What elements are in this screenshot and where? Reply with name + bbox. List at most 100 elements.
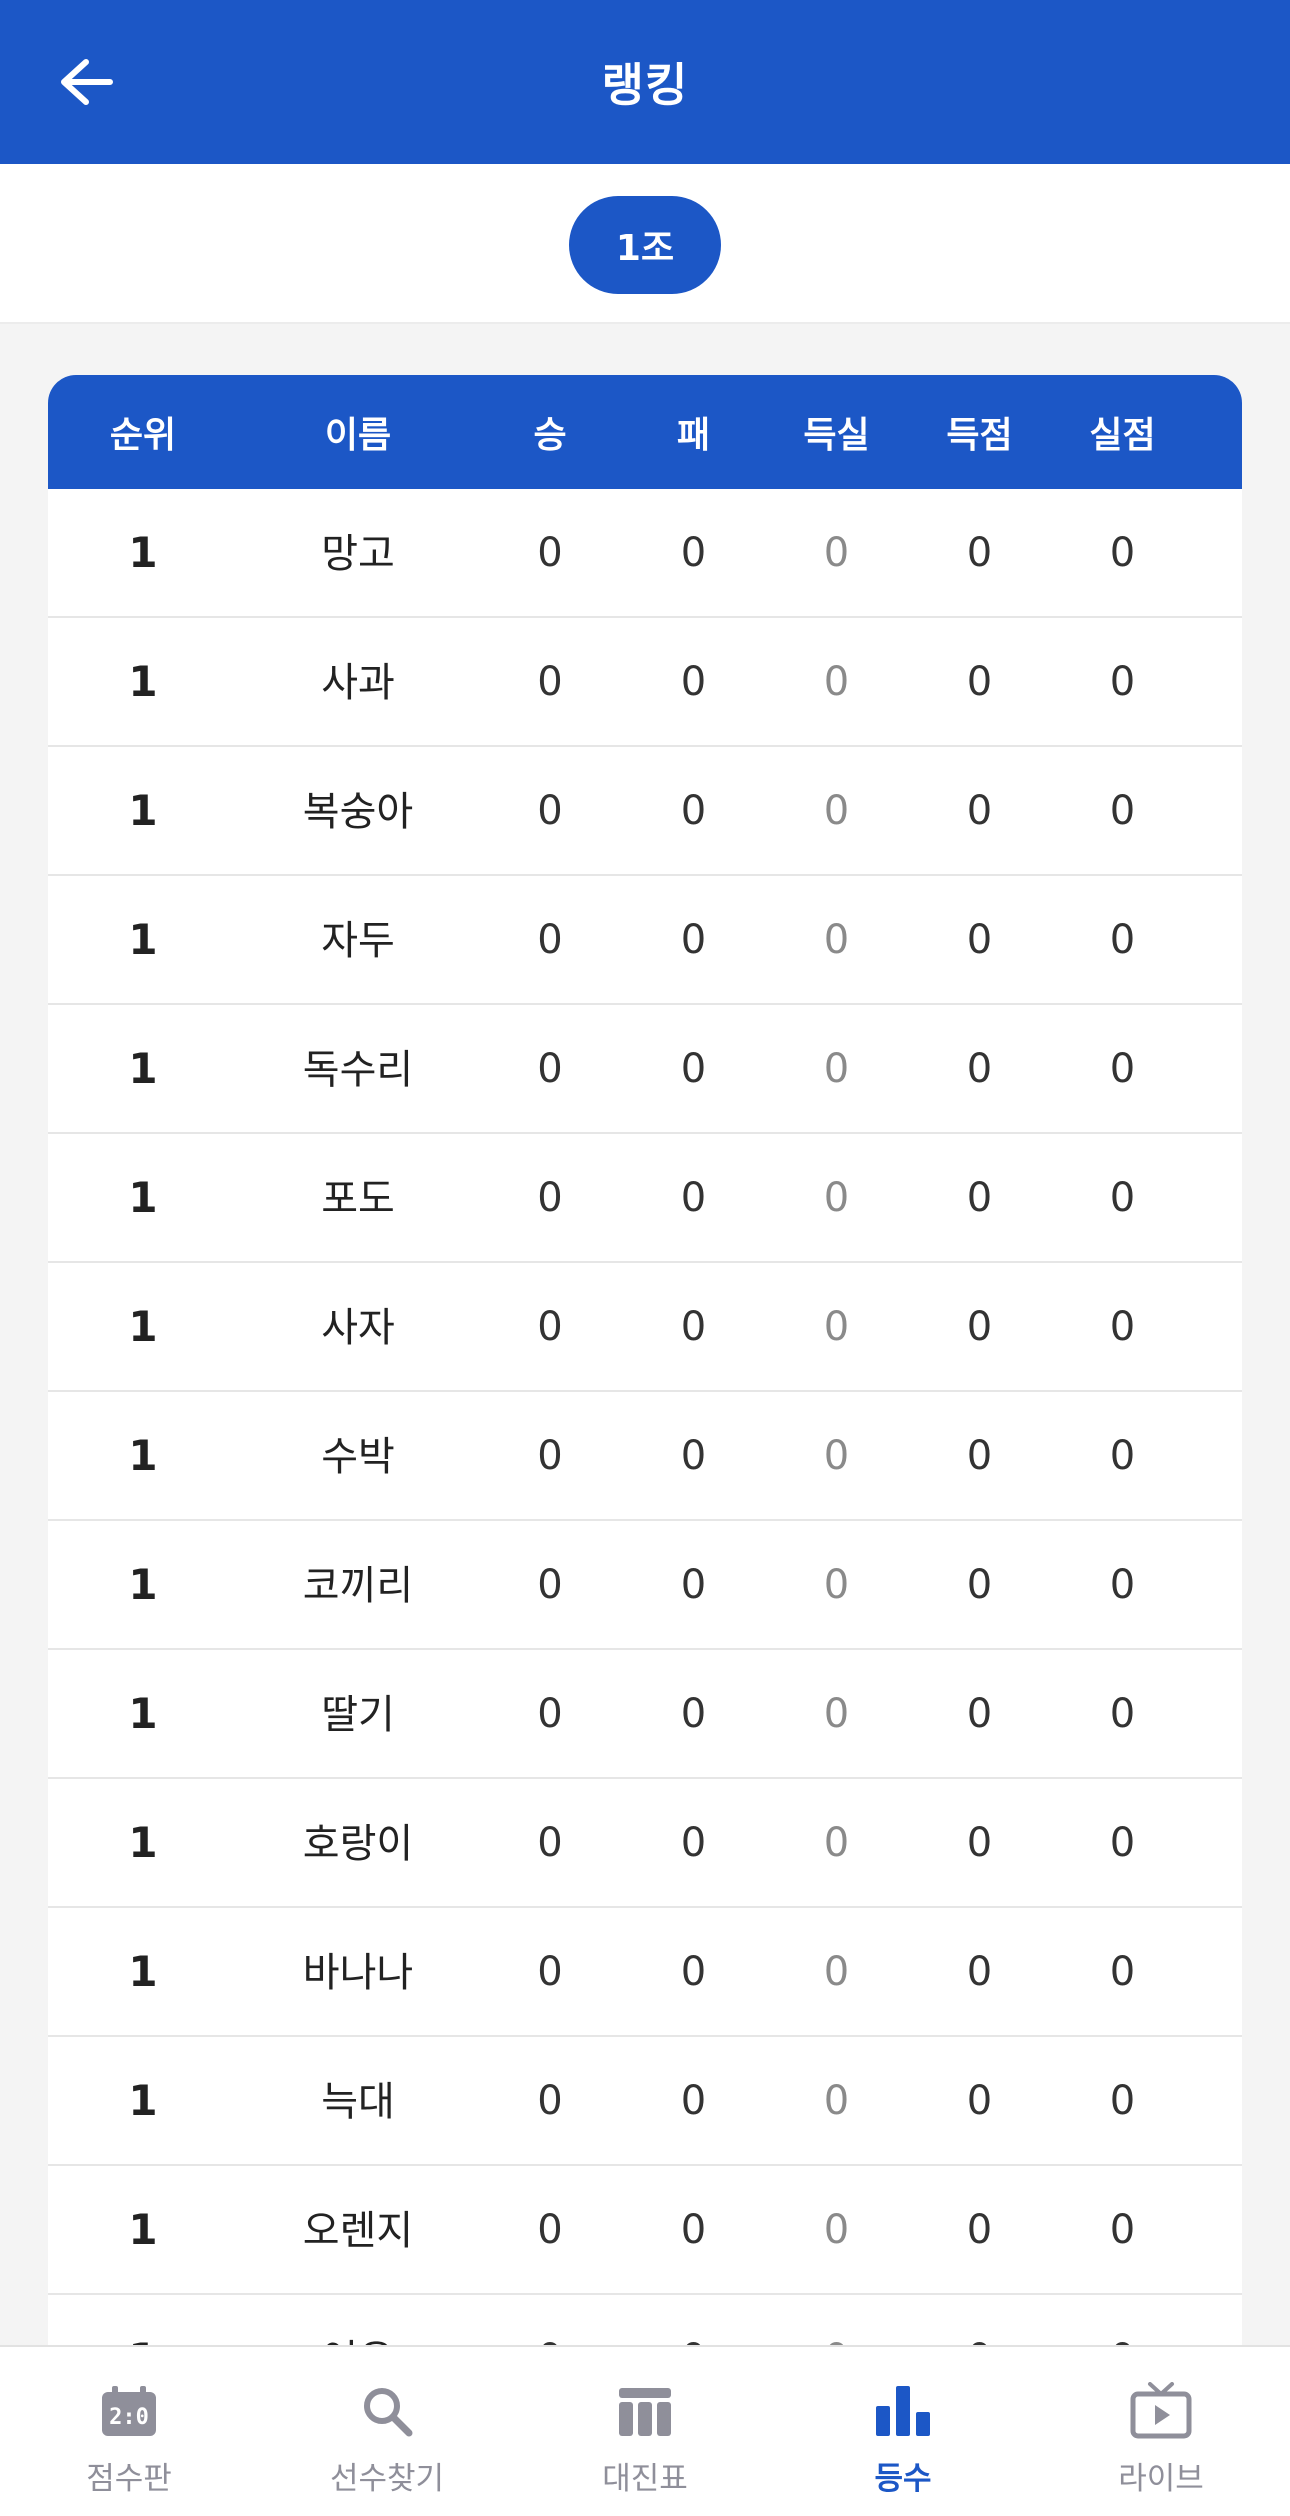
table-row[interactable]: 1 늑대 0 0 0 0 0 [48,2037,1242,2166]
cell-goal-diff: 0 [823,1174,850,1221]
bottom-nav: 2:0 점수판 선수찾기 대진표 등수 라이브 [0,2345,1290,2516]
cell-win: 0 [537,1948,563,1995]
cell-loss: 0 [680,1303,707,1350]
cell-name: 오렌지 [302,2207,414,2254]
table-row[interactable]: 1 딸기 0 0 0 0 0 [48,1650,1242,1779]
cell-rank: 1 [128,528,158,577]
cell-goals-for: 0 [966,2206,993,2253]
cell-goal-diff: 0 [823,1819,850,1866]
cell-win: 0 [537,1303,563,1350]
cell-goals-against: 0 [1109,1690,1136,1737]
cell-goals-for: 0 [966,916,993,963]
cell-win: 0 [537,2077,563,2124]
nav-item-player-search[interactable]: 선수찾기 [258,2347,516,2516]
nav-item-bracket[interactable]: 대진표 [516,2347,774,2516]
table-row[interactable]: 1 수박 0 0 0 0 0 [48,1392,1242,1521]
cell-name: 망고 [321,530,395,577]
cell-rank: 1 [128,2076,158,2125]
app-bar: 랭킹 [0,0,1290,164]
column-header-goal-diff: 득실 [803,415,870,456]
search-icon [355,2381,419,2441]
cell-goals-against: 0 [1109,1303,1136,1350]
cell-name: 바나나 [302,1949,414,1996]
table-header: 순위 이름 승 패 득실 득점 실점 [48,375,1242,489]
cell-loss: 0 [680,1561,707,1608]
cell-rank: 1 [128,657,158,706]
cell-name: 수박 [321,1433,395,1480]
back-button[interactable] [46,42,126,122]
table-row[interactable]: 1 사자 0 0 0 0 0 [48,1263,1242,1392]
cell-goal-diff: 0 [823,1690,850,1737]
cell-goals-for: 0 [966,658,993,705]
table-row[interactable]: 1 사과 0 0 0 0 0 [48,618,1242,747]
cell-win: 0 [537,1561,563,1608]
cell-goals-against: 0 [1109,2077,1136,2124]
table-row[interactable]: 1 망고 0 0 0 0 0 [48,489,1242,618]
column-header-loss: 패 [676,415,711,456]
cell-goal-diff: 0 [823,787,850,834]
table-row[interactable]: 1 호랑이 0 0 0 0 0 [48,1779,1242,1908]
cell-goals-for: 0 [966,529,993,576]
cell-goal-diff: 0 [823,529,850,576]
cell-goals-for: 0 [966,1948,993,1995]
column-header-goals-for: 득점 [946,415,1013,456]
cell-loss: 0 [680,1045,707,1092]
tv-play-icon [1129,2381,1193,2441]
cell-name: 복숭아 [302,788,414,835]
table-row[interactable]: 1 복숭아 0 0 0 0 0 [48,747,1242,876]
column-header-name: 이름 [324,415,392,456]
nav-label-scoreboard: 점수판 [86,2461,172,2497]
cell-goals-for: 0 [966,1045,993,1092]
cell-win: 0 [537,787,563,834]
cell-loss: 0 [680,658,707,705]
cell-goals-for: 0 [966,1819,993,1866]
cell-win: 0 [537,1432,563,1479]
cell-name: 자두 [321,917,395,964]
cell-loss: 0 [680,787,707,834]
cell-name: 독수리 [302,1046,414,1093]
table-row[interactable]: 1 자두 0 0 0 0 0 [48,876,1242,1005]
cell-goal-diff: 0 [823,916,850,963]
cell-goals-for: 0 [966,1690,993,1737]
arrow-left-icon [61,59,113,105]
cell-rank: 1 [128,1689,158,1738]
cell-goal-diff: 0 [823,1303,850,1350]
cell-goals-against: 0 [1109,1948,1136,1995]
group-pill-selected[interactable]: 1조 [569,196,721,294]
cell-rank: 1 [128,1947,158,1996]
bracket-table-icon [613,2381,677,2441]
cell-goals-for: 0 [966,1561,993,1608]
table-row[interactable]: 1 코끼리 0 0 0 0 0 [48,1521,1242,1650]
cell-rank: 1 [128,1173,158,1222]
cell-loss: 0 [680,1432,707,1479]
table-row[interactable]: 1 오렌지 0 0 0 0 0 [48,2166,1242,2295]
cell-rank: 1 [128,2205,158,2254]
table-row[interactable]: 1 독수리 0 0 0 0 0 [48,1005,1242,1134]
cell-goals-against: 0 [1109,658,1136,705]
cell-goals-for: 0 [966,1432,993,1479]
cell-goals-against: 0 [1109,529,1136,576]
cell-goals-for: 0 [966,1303,993,1350]
nav-item-live[interactable]: 라이브 [1032,2347,1290,2516]
cell-goals-against: 0 [1109,1045,1136,1092]
ranking-screen: 랭킹 1조 순위 이름 승 패 득실 득점 실점 1 망고 0 0 0 0 0 1 사과 0 0 0 0… [0,0,1290,2516]
nav-label-live: 라이브 [1118,2461,1204,2497]
cell-loss: 0 [680,1819,707,1866]
table-row[interactable]: 1 바나나 0 0 0 0 0 [48,1908,1242,2037]
nav-item-ranking[interactable]: 등수 [774,2347,1032,2516]
cell-goals-for: 0 [966,787,993,834]
cell-name: 늑대 [321,2078,395,2125]
table-row[interactable]: 1 포도 0 0 0 0 0 [48,1134,1242,1263]
cell-name: 포도 [321,1175,395,1222]
column-header-rank: 순위 [109,415,177,456]
nav-label-player-search: 선수찾기 [329,2461,445,2497]
cell-loss: 0 [680,529,707,576]
cell-name: 호랑이 [302,1820,414,1867]
cell-loss: 0 [680,916,707,963]
cell-rank: 1 [128,786,158,835]
nav-item-scoreboard[interactable]: 2:0 점수판 [0,2347,258,2516]
cell-name: 사과 [321,659,395,706]
table-body: 1 망고 0 0 0 0 0 1 사과 0 0 0 0 0 1 복숭아 0 0 0 0 0 1 자두 0 0 0 0 0 1 독수리 0 0 0… [48,489,1242,2424]
cell-goal-diff: 0 [823,1561,850,1608]
bar-chart-icon [871,2381,935,2441]
